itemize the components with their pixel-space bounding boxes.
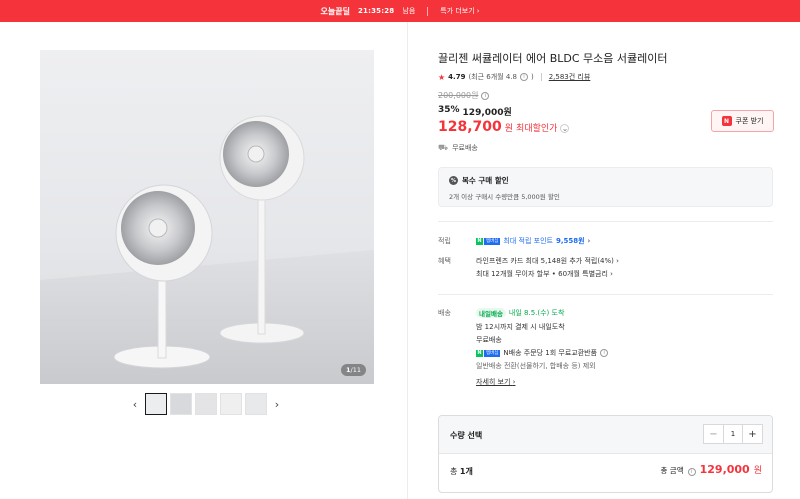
rating-divider (540, 73, 542, 81)
quantity-selector-panel: 수량 선택 − 1 + 총 1개 총 금액 i 129,000 원 (438, 415, 773, 493)
info-icon[interactable]: i (687, 468, 696, 476)
thumb-next-button[interactable]: › (270, 393, 284, 415)
quantity-header: 수량 선택 − 1 + (439, 416, 772, 454)
review-count-link[interactable]: 2,583건 리뷰 (549, 72, 591, 82)
delivery-cutoff: 밤 12시까지 결제 시 내일도착 (476, 323, 565, 331)
best-price-unit: 원 (504, 124, 514, 134)
divider (438, 294, 773, 295)
get-coupon-button[interactable]: N 쿠폰 받기 (711, 110, 774, 132)
original-price-amount: 200,000원 (438, 91, 479, 100)
tomorrow-delivery-badge: 내일배송 (476, 308, 506, 318)
best-price-label: 최대할인가 (516, 124, 558, 134)
star-icon: ★ (438, 72, 446, 82)
thumbnail-1[interactable] (145, 393, 167, 415)
rating-recent: (최근 6개월 4.8 (468, 73, 517, 81)
points-row[interactable]: N 멤버십 최대 적립 포인트 9,558원 › (476, 236, 590, 246)
chevron-right-icon: › (512, 378, 516, 386)
naver-n-icon: N (721, 116, 732, 126)
points-label: 적립 (438, 237, 451, 245)
quantity-title: 수량 선택 (450, 431, 483, 440)
chevron-down-icon[interactable]: ⌄ (560, 124, 570, 133)
percent-icon: % (449, 176, 458, 185)
installment-benefit[interactable]: 최대 12개월 무이자 할부 • 60개월 특별금리 › (476, 269, 613, 279)
banner-divider (427, 6, 429, 16)
product-gallery: 1/11 ‹ › (0, 22, 408, 499)
more-deals-label: 특가 더보기 (440, 7, 475, 15)
thumbnail-3[interactable] (195, 393, 217, 415)
total-price-amount: 129,000 (699, 463, 750, 476)
original-price: 200,000원 i (438, 90, 490, 101)
info-icon[interactable]: i (519, 73, 528, 81)
delivery-free: 무료배송 (476, 336, 502, 344)
rating-summary: ★ 4.79 (최근 6개월 4.8 i ) 2,583건 리뷰 (438, 72, 590, 82)
chevron-right-icon: › (274, 397, 280, 411)
thumbnail-5[interactable] (245, 393, 267, 415)
best-price: 128,700 (438, 119, 502, 135)
sale-price: 129,000원 (462, 108, 512, 118)
multi-purchase-desc: 2개 이상 구매시 수량만큼 5,000원 할인 (449, 193, 560, 201)
info-icon[interactable]: i (600, 349, 609, 357)
total-count: 총 1개 (450, 467, 473, 476)
image-counter: 1/11 (341, 364, 366, 376)
quantity-input[interactable]: 1 (723, 425, 743, 443)
points-value: 9,558원 (555, 237, 585, 245)
quantity-stepper: − 1 + (703, 424, 763, 444)
chevron-right-icon: › (616, 257, 619, 265)
rating-score: 4.79 (448, 73, 466, 81)
divider (438, 221, 773, 222)
shipping-tag: ⛟ 무료배송 (438, 143, 478, 153)
shipping-tag-label: 무료배송 (452, 144, 478, 152)
coupon-label: 쿠폰 받기 (735, 117, 764, 125)
benefits-label: 혜택 (438, 257, 451, 265)
npay-membership-badge: N 멤버십 (476, 349, 501, 357)
quantity-plus-button[interactable]: + (743, 425, 762, 443)
chevron-right-icon: › (610, 270, 613, 278)
fan-product-photo (40, 115, 374, 384)
total-price: 총 금액 i 129,000 원 (660, 463, 762, 476)
product-main-image[interactable]: 1/11 (40, 50, 374, 384)
npay-membership-badge: N 멤버십 (476, 237, 501, 245)
chevron-left-icon: ‹ (132, 397, 138, 411)
npay-exchange-row: N 멤버십 N배송 주문당 1회 무료교환반품 i (476, 348, 609, 358)
sale-price-line: 35% 129,000원 (438, 105, 512, 118)
thumbnail-2[interactable] (170, 393, 192, 415)
points-text: 최대 적립 포인트 (503, 237, 553, 245)
deal-remaining-label: 남음 (402, 7, 416, 15)
thumbnail-4[interactable] (220, 393, 242, 415)
multi-purchase-title: 복수 구매 할인 (462, 176, 509, 185)
discount-rate: 35% (438, 105, 460, 115)
product-title: 끌리젠 써큘레이터 에어 BLDC 무소음 서큘레이터 (438, 52, 668, 65)
deal-banner: 오늘끝딜 21:35:28 남음 특가 더보기 › (0, 0, 800, 22)
deal-timer: 21:35:28 (357, 7, 395, 15)
best-price-line: 128,700 원 최대할인가 ⌄ (438, 119, 570, 135)
delivery-details-link[interactable]: 자세히 보기 › (476, 377, 515, 387)
truck-icon: ⛟ (438, 143, 449, 152)
delivery-general-note: 일반배송 전환(선물하기, 합배송 등) 제외 (476, 362, 596, 370)
total-price-label: 총 금액 (660, 466, 684, 475)
multi-purchase-discount: % 복수 구매 할인 2개 이상 구매시 수량만큼 5,000원 할인 (438, 167, 773, 207)
chevron-right-icon: › (587, 237, 591, 245)
quantity-minus-button[interactable]: − (704, 425, 723, 443)
tomorrow-delivery-row: 내일배송 내일 8.5.(수) 도착 (476, 308, 564, 318)
card-benefit[interactable]: 라인프렌즈 카드 최대 5,148원 추가 적립(4%) › (476, 256, 619, 266)
chevron-right-icon: › (476, 7, 480, 15)
more-deals-link[interactable]: 특가 더보기 › (440, 6, 479, 16)
product-info: 끌리젠 써큘레이터 에어 BLDC 무소음 서큘레이터 ★ 4.79 (최근 6… (408, 22, 800, 499)
delivery-label: 배송 (438, 309, 451, 317)
tomorrow-date: 내일 8.5.(수) 도착 (508, 309, 565, 317)
info-icon[interactable]: i (481, 91, 490, 100)
deal-badge: 오늘끝딜 (320, 6, 350, 16)
npay-exchange-text: N배송 주문당 1회 무료교환반품 (503, 349, 598, 357)
thumb-prev-button[interactable]: ‹ (128, 393, 142, 415)
thumbnail-strip: ‹ › (128, 393, 284, 415)
rating-recent-close: ) (530, 73, 534, 81)
